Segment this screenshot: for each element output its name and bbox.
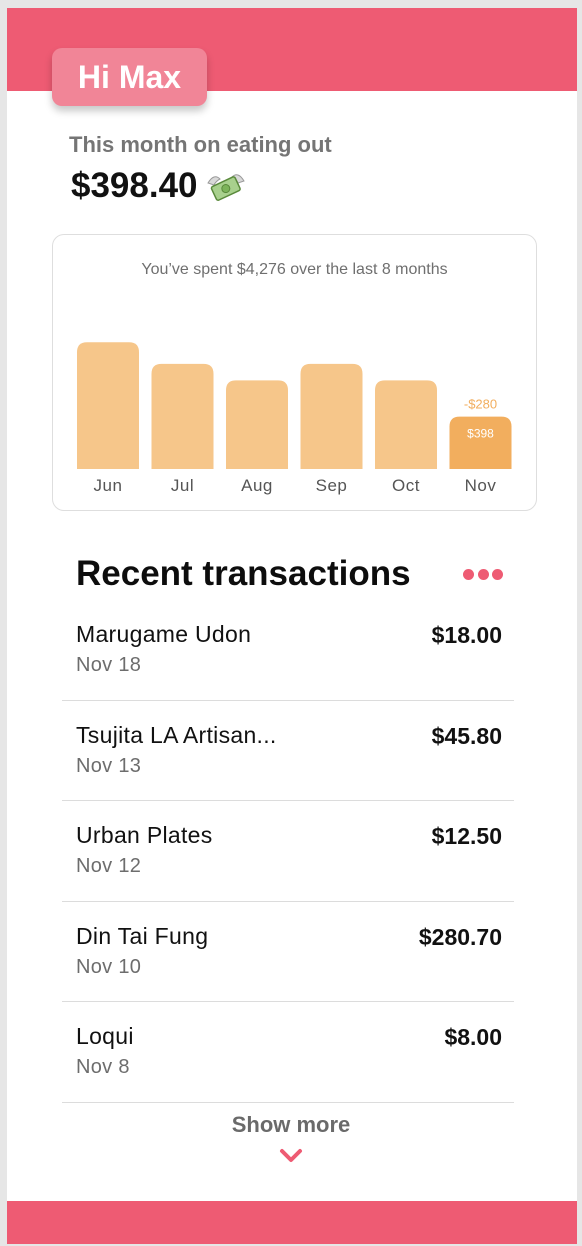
transaction-list: Marugame Udon Nov 18 $18.00 Tsujita LA A… <box>62 600 514 1103</box>
chart-delta-label: -$280 <box>464 397 497 412</box>
transaction-date: Nov 8 <box>76 1056 130 1078</box>
chart-tick-label: Jul <box>171 476 194 495</box>
transaction-row[interactable]: Din Tai Fung Nov 10 $280.70 <box>62 902 514 1002</box>
chart-bar <box>151 363 214 469</box>
spending-chart-card: You’ve spent $4,276 over the last 8 mont… <box>52 234 537 511</box>
transaction-date: Nov 12 <box>76 855 142 877</box>
transaction-amount: $8.00 <box>444 1024 502 1050</box>
transaction-name: Din Tai Fung <box>76 922 209 949</box>
transaction-date: Nov 10 <box>76 955 142 978</box>
transaction-name: Urban Plates <box>76 822 213 848</box>
transaction-name: Marugame Udon <box>76 621 252 647</box>
chart-bar <box>77 342 139 469</box>
transaction-date: Nov 13 <box>76 754 142 777</box>
transaction-amount: $45.80 <box>431 722 502 749</box>
app-screen: Hi Max This month on eating out $398.40 … <box>7 8 577 1244</box>
chart-bar <box>300 363 363 469</box>
transaction-row[interactable]: Tsujita LA Artisan... Nov 13 $45.80 <box>62 701 514 801</box>
chart-tick-label: Aug <box>241 476 273 495</box>
transaction-amount: $12.50 <box>431 823 502 849</box>
month-spending-value: $398.40 <box>71 166 198 205</box>
chart-tick-label: Jun <box>94 476 123 495</box>
transaction-name: Loqui <box>76 1023 134 1049</box>
chart-tick-label: Sep <box>316 476 348 495</box>
spending-bar-chart: Jun Jul Aug Sep Oct Nov $398 -$280 <box>77 342 512 495</box>
month-spending-amount: $398.40 <box>71 166 246 206</box>
transaction-row[interactable]: Loqui Nov 8 $8.00 <box>62 1002 514 1103</box>
transaction-amount: $280.70 <box>418 923 502 950</box>
chart-data-label: $398 <box>467 427 494 441</box>
chart-bar <box>226 380 288 469</box>
chart-bar <box>375 380 437 469</box>
chart-bar <box>449 416 512 469</box>
transaction-name: Tsujita LA Artisan... <box>76 721 277 748</box>
money-with-wings-icon <box>206 174 245 201</box>
show-more-button[interactable]: Show more <box>0 1112 582 1138</box>
bottom-bar <box>7 1201 577 1244</box>
chevron-down-icon[interactable] <box>279 1148 303 1164</box>
more-options-icon[interactable] <box>463 566 503 582</box>
transaction-row[interactable]: Urban Plates Nov 12 $12.50 <box>62 801 514 902</box>
transaction-row[interactable]: Marugame Udon Nov 18 $18.00 <box>62 600 514 701</box>
month-spending-label: This month on eating out <box>69 132 332 157</box>
chart-tick-label: Oct <box>392 476 420 495</box>
chart-tick-label: Nov <box>465 476 497 495</box>
greeting-badge: Hi Max <box>52 48 207 106</box>
recent-transactions-title: Recent transactions <box>76 554 411 593</box>
transaction-amount: $18.00 <box>431 622 502 648</box>
transaction-date: Nov 18 <box>76 654 142 676</box>
